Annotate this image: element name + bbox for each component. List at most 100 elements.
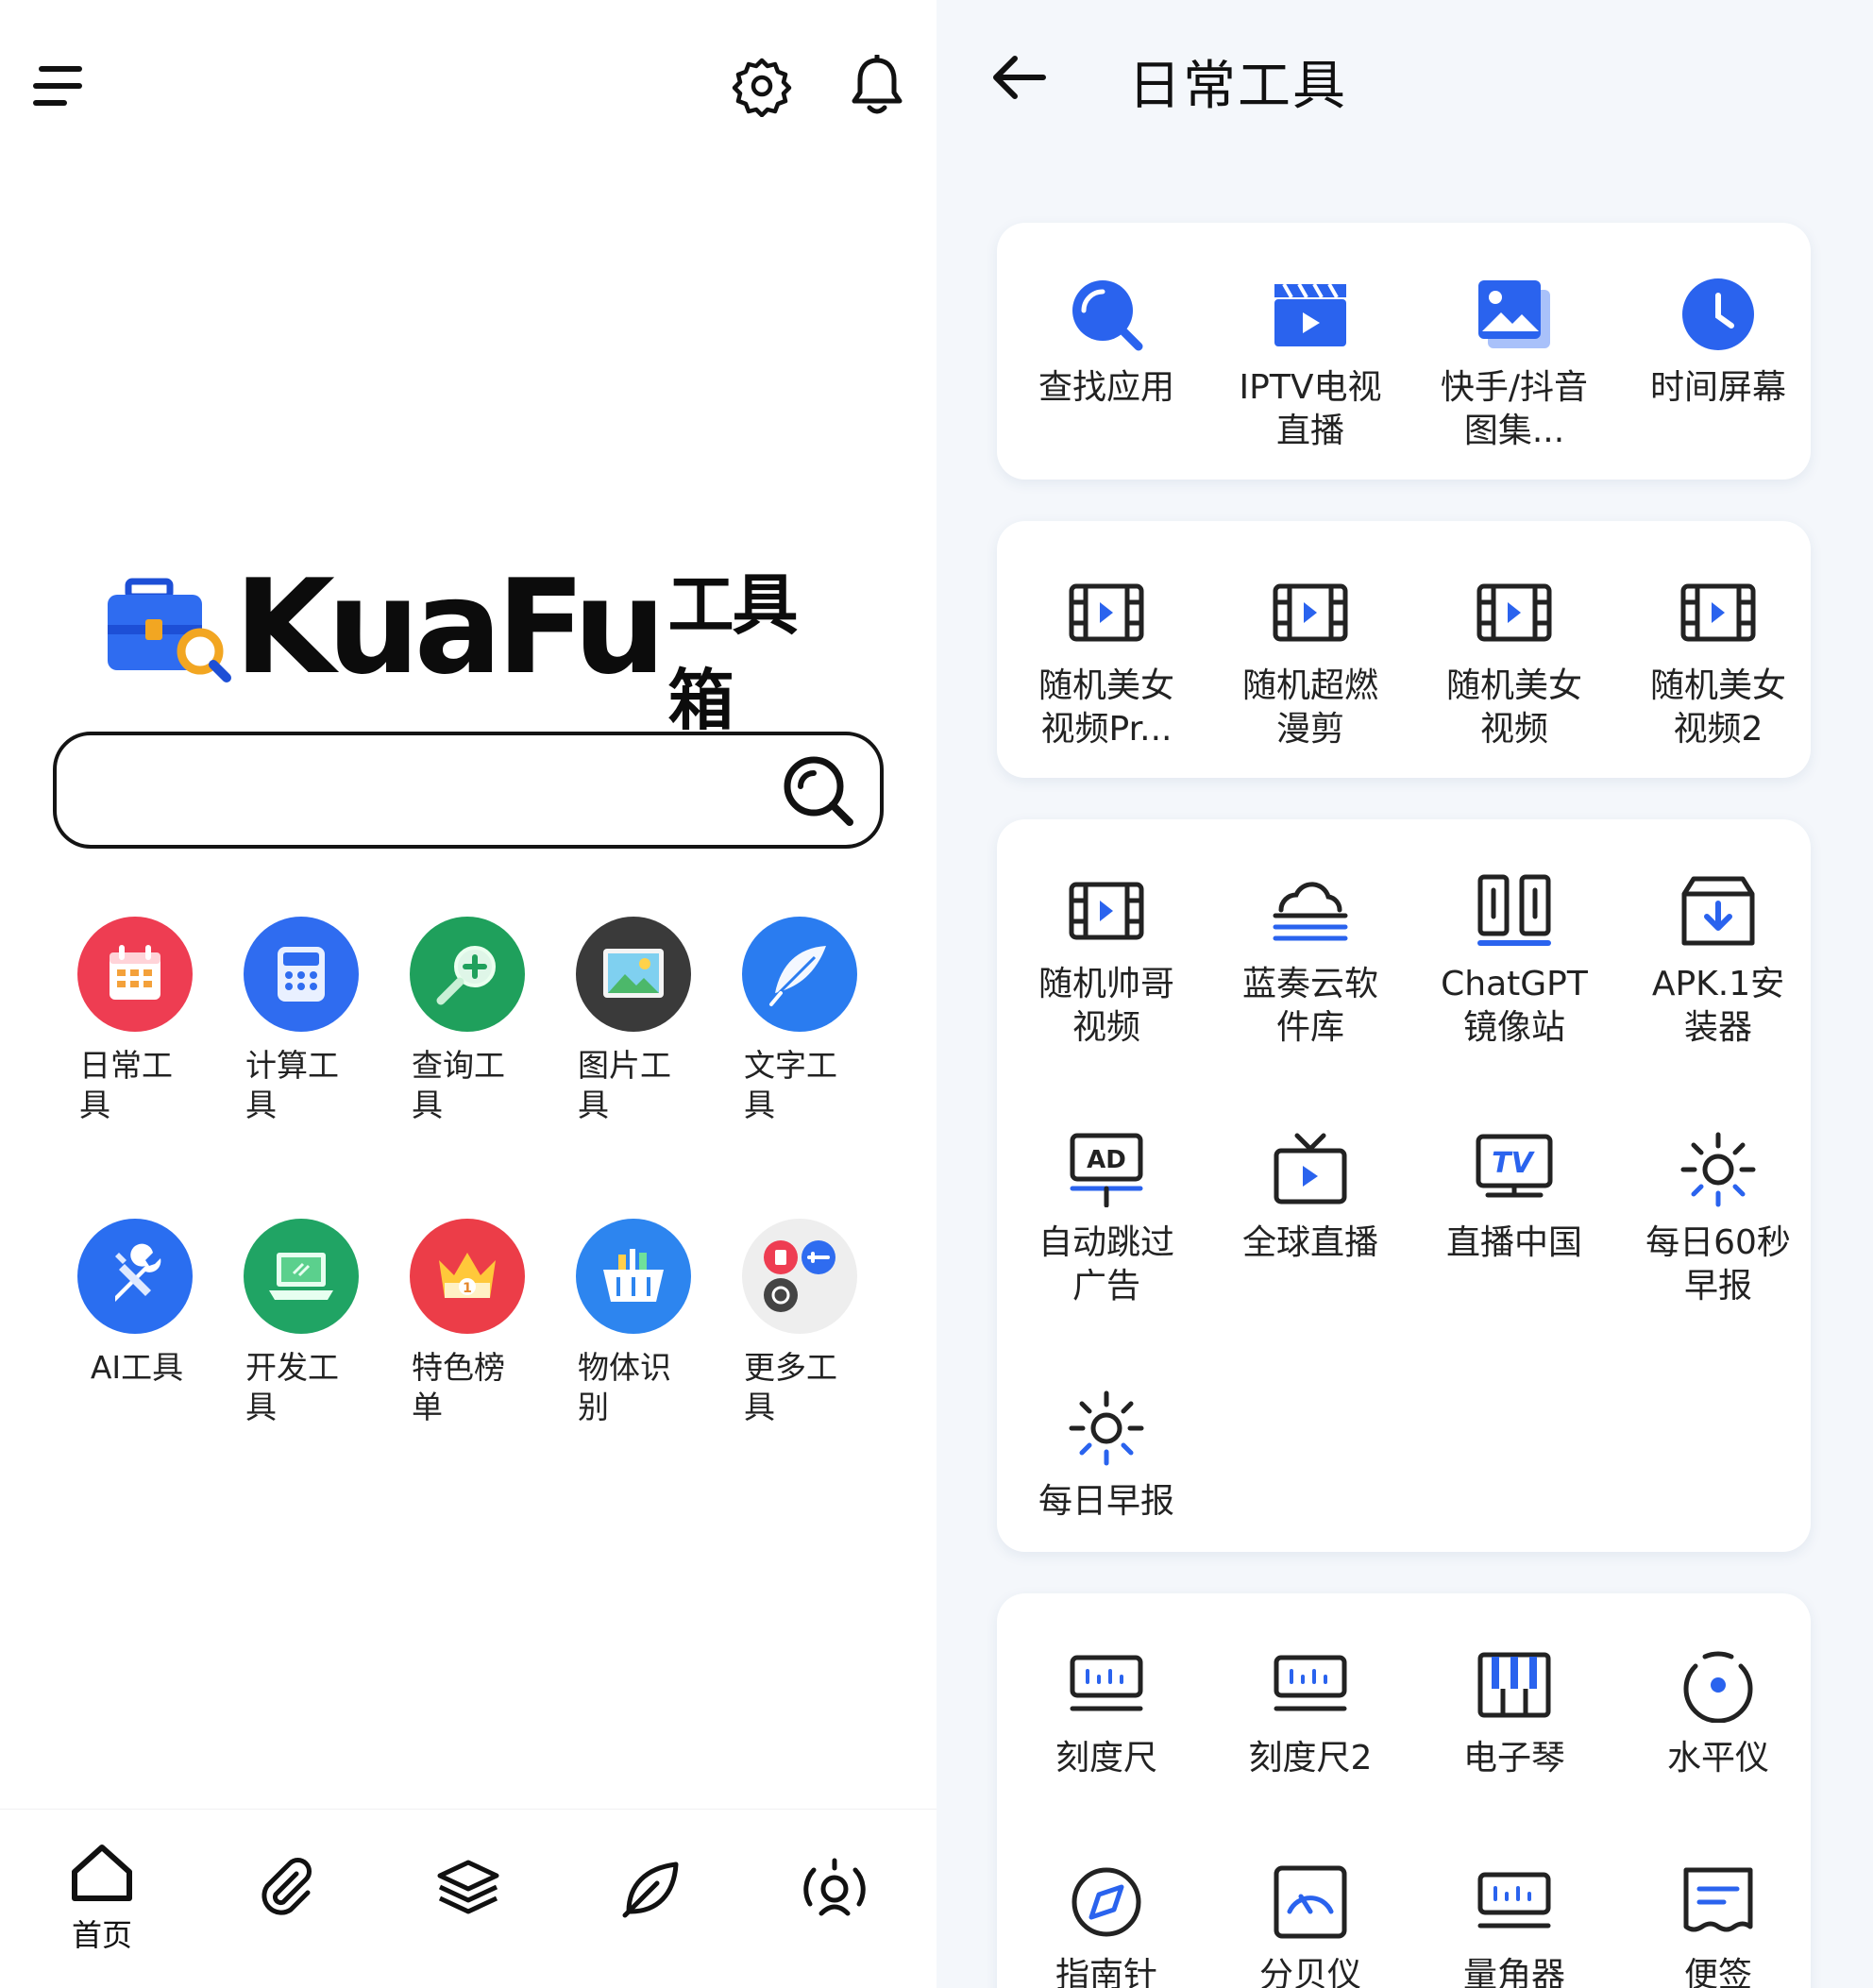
laptop-icon — [244, 1219, 359, 1334]
leaf-icon — [622, 1862, 679, 1918]
tool-ruler[interactable]: 刻度尺 — [1012, 1643, 1201, 1780]
level-icon — [1676, 1643, 1761, 1727]
app-logo: KuaFu 工具箱 — [104, 563, 840, 739]
tool-label: 每日早报 — [1038, 1482, 1174, 1521]
tool-random-beauty-video-2[interactable]: 随机美女视频2 — [1624, 570, 1813, 751]
tool-chatgpt-mirror[interactable]: ChatGPT镜像站 — [1420, 868, 1609, 1050]
toolbox-logo-icon — [104, 572, 232, 683]
tool-label: 刻度尺 — [1055, 1739, 1157, 1777]
menu-button[interactable] — [23, 43, 94, 128]
ruler-icon — [1064, 1643, 1149, 1727]
tv-play-icon — [1268, 1127, 1353, 1212]
tool-label: APK.1安装器 — [1651, 965, 1785, 1047]
gallery-icon — [1472, 272, 1557, 357]
notifications-button[interactable] — [836, 43, 918, 128]
tool-label: 随机美女视频 — [1445, 666, 1582, 749]
tool-kuaishou-douyin-gallery[interactable]: 快手/抖音图集... — [1420, 272, 1609, 453]
tool-label: 量角器 — [1462, 1956, 1565, 1988]
tool-auto-skip-ads[interactable]: AD 自动跳过广告 — [1012, 1127, 1201, 1308]
category-label: 计算工具 — [245, 1047, 339, 1123]
tool-random-beauty-video-pro[interactable]: 随机美女视频Pr... — [1012, 570, 1201, 751]
tool-label: 指南针 — [1055, 1956, 1157, 1988]
brand-name-cn: 工具箱 — [667, 566, 799, 739]
tools-card: 刻度尺 刻度尺2 电子琴 水平仪 指南针 分贝仪 量角器 便签 — [997, 1593, 1811, 1988]
nav-attachments[interactable] — [228, 1857, 342, 1988]
layers-icon — [437, 1860, 499, 1914]
tool-spirit-level[interactable]: 水平仪 — [1624, 1643, 1813, 1780]
piano-icon — [1472, 1643, 1557, 1727]
tool-label: 查找应用 — [1038, 368, 1174, 407]
category-label: 物体识别 — [578, 1349, 671, 1425]
ruler-icon — [1268, 1643, 1353, 1727]
tool-sticky-note[interactable]: 便签 — [1624, 1860, 1813, 1988]
compass-icon — [1064, 1860, 1149, 1945]
tool-daily-60s-news[interactable]: 每日60秒早报 — [1624, 1127, 1813, 1308]
tool-compass[interactable]: 指南针 — [1012, 1860, 1201, 1988]
tool-ruler-2[interactable]: 刻度尺2 — [1216, 1643, 1405, 1780]
category-label: 文字工具 — [744, 1047, 837, 1123]
svg-text:AD: AD — [1087, 1146, 1126, 1174]
tools-card: 随机美女视频Pr... 随机超燃漫剪 随机美女视频 随机美女视频2 — [997, 521, 1811, 778]
note-icon — [1676, 1860, 1761, 1945]
search-button[interactable] — [776, 749, 861, 834]
category-label: AI工具 — [90, 1349, 184, 1386]
tool-label: ChatGPT镜像站 — [1441, 965, 1588, 1047]
user-settings-icon — [803, 1858, 866, 1916]
menu-icon — [33, 66, 82, 106]
category-label: 更多工具 — [744, 1349, 837, 1425]
search-input[interactable] — [85, 754, 784, 826]
category-label: 日常工具 — [79, 1047, 173, 1123]
search-icon — [784, 756, 853, 826]
tool-time-screen[interactable]: 时间屏幕 — [1624, 272, 1813, 410]
basket-icon — [576, 1219, 691, 1334]
tool-label: 快手/抖音图集... — [1440, 368, 1589, 450]
tool-lanzou-cloud-library[interactable]: 蓝奏云软件库 — [1216, 868, 1405, 1050]
tool-find-app[interactable]: 查找应用 — [1012, 272, 1201, 410]
tool-iptv[interactable]: IPTV电视直播 — [1216, 272, 1405, 453]
nav-home[interactable]: 首页 — [45, 1840, 159, 1981]
sun-icon — [1064, 1386, 1149, 1471]
page-title: 日常工具 — [1128, 56, 1347, 117]
category-label: 开发工具 — [245, 1349, 339, 1425]
film-icon — [1064, 570, 1149, 655]
tool-daily-news[interactable]: 每日早报 — [1012, 1386, 1201, 1524]
tool-label: 电子琴 — [1462, 1739, 1565, 1777]
tool-label: 时间屏幕 — [1649, 368, 1786, 407]
tool-random-handsome-video[interactable]: 随机帅哥视频 — [1012, 868, 1201, 1050]
nav-discover[interactable] — [595, 1857, 708, 1988]
calculator-icon — [244, 917, 359, 1032]
tool-apk1-installer[interactable]: APK.1安装器 — [1624, 868, 1813, 1050]
tool-electronic-piano[interactable]: 电子琴 — [1420, 1643, 1609, 1780]
nav-layers[interactable] — [412, 1857, 525, 1988]
tool-global-live[interactable]: 全球直播 — [1216, 1127, 1405, 1265]
tool-decibel-meter[interactable]: 分贝仪 — [1216, 1860, 1405, 1988]
bottom-navigation: 首页 — [0, 1809, 936, 1988]
search-icon — [1064, 272, 1149, 357]
film-icon — [1064, 868, 1149, 953]
cloud-icon — [1268, 868, 1353, 953]
tool-random-anime-edit[interactable]: 随机超燃漫剪 — [1216, 570, 1405, 751]
paperclip-icon — [262, 1858, 312, 1915]
more-apps-icon — [742, 1219, 857, 1334]
tool-random-beauty-video[interactable]: 随机美女视频 — [1420, 570, 1609, 751]
daily-tools-pane: 日常工具 查找应用 IPTV电视直播 快手/抖音图集... 时间屏幕 随机美女视… — [936, 0, 1873, 1988]
home-icon — [72, 1845, 132, 1901]
svg-text:TV: TV — [1492, 1147, 1535, 1180]
tool-label: 全球直播 — [1241, 1223, 1378, 1262]
nav-profile[interactable] — [778, 1857, 891, 1988]
back-button[interactable] — [976, 40, 1061, 115]
home-pane: KuaFu 工具箱 日常工具 计算工具 查询工具 图片工具 文字工具 AI工具 … — [0, 0, 936, 1988]
film-icon — [1472, 570, 1557, 655]
tool-live-china[interactable]: TV 直播中国 — [1420, 1127, 1609, 1265]
svg-text:1: 1 — [463, 1281, 472, 1296]
wrench-screwdriver-icon — [77, 1219, 193, 1334]
tool-label: 分贝仪 — [1258, 1956, 1361, 1988]
tools-card: 随机帅哥视频 蓝奏云软件库 ChatGPT镜像站 APK.1安装器 AD 自动跳… — [997, 819, 1811, 1552]
tool-label: 便签 — [1683, 1956, 1752, 1988]
tv-monitor-icon: TV — [1472, 1127, 1557, 1212]
settings-button[interactable] — [721, 43, 802, 128]
nav-home-label: 首页 — [71, 1917, 132, 1953]
columns-icon — [1472, 868, 1557, 953]
picture-icon — [576, 917, 691, 1032]
tool-protractor[interactable]: 量角器 — [1420, 1860, 1609, 1988]
